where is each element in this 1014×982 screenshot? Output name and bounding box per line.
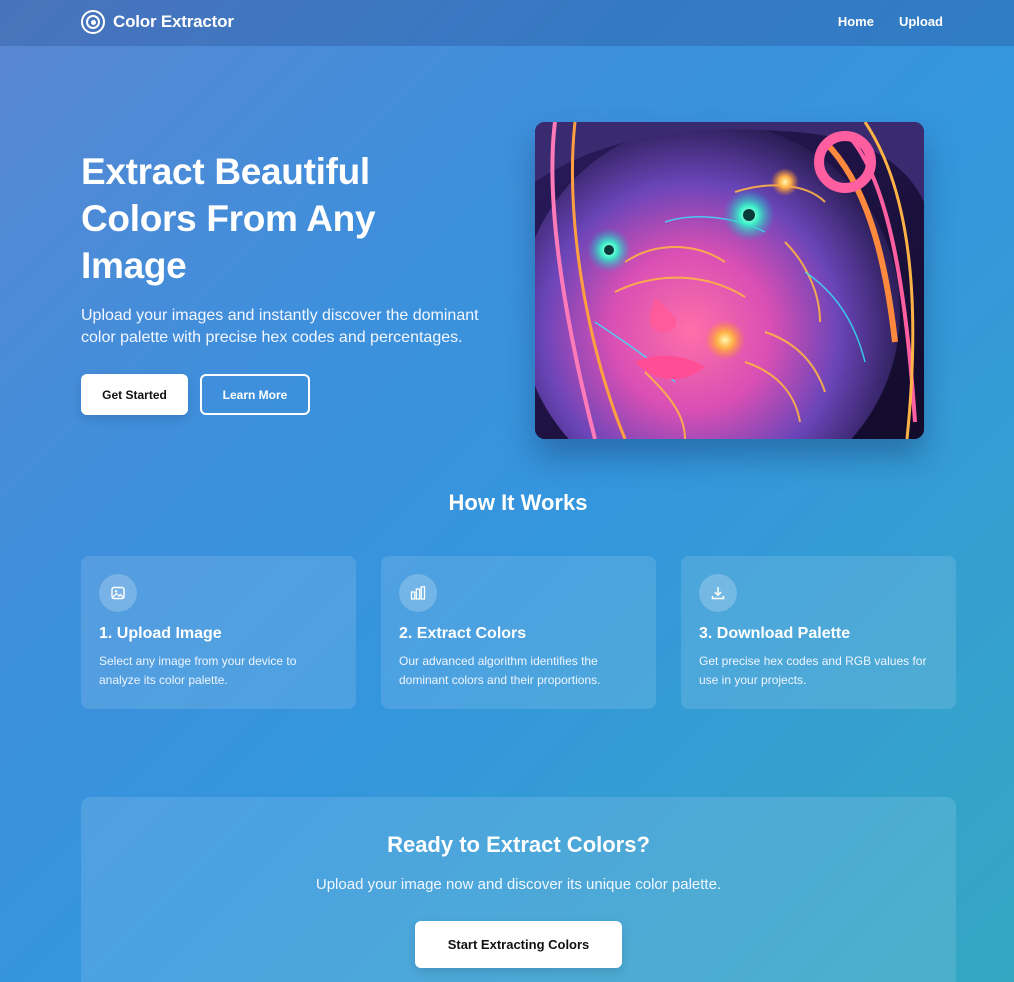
get-started-button[interactable]: Get Started [81, 374, 188, 415]
hero-image-artwork [535, 122, 924, 439]
step-description: Get precise hex codes and RGB values for… [699, 654, 927, 687]
nav-link-home[interactable]: Home [838, 14, 874, 29]
cta-title: Ready to Extract Colors? [387, 832, 650, 857]
cta-panel: Ready to Extract Colors? Upload your ima… [81, 797, 956, 982]
image-icon [99, 574, 137, 612]
how-it-works-title: How It Works [448, 490, 588, 515]
bar-chart-icon [399, 574, 437, 612]
hero-subtitle: Upload your images and instantly discove… [81, 307, 479, 346]
hero-image [535, 122, 924, 439]
learn-more-button[interactable]: Learn More [200, 374, 310, 415]
step-description: Our advanced algorithm identifies the do… [399, 654, 601, 687]
step-card-upload: 1. Upload Image Select any image from yo… [81, 556, 356, 709]
step-title: 3. Download Palette [699, 625, 851, 642]
step-title: 2. Extract Colors [399, 625, 527, 642]
nav-link-upload[interactable]: Upload [899, 14, 943, 29]
target-icon [81, 10, 105, 34]
step-card-download: 3. Download Palette Get precise hex code… [681, 556, 956, 709]
download-icon [699, 574, 737, 612]
brand-name: Color Extractor [113, 12, 234, 31]
cta-subtitle: Upload your image now and discover its u… [315, 876, 722, 893]
step-description: Select any image from your device to ana… [99, 654, 297, 687]
brand[interactable]: Color Extractor [81, 10, 234, 34]
start-extracting-button[interactable]: Start Extracting Colors [415, 921, 622, 968]
step-card-extract: 2. Extract Colors Our advanced algorithm… [381, 556, 656, 709]
hero-title: Extract Beautiful Colors From Any Image [81, 151, 376, 286]
top-navbar: Color Extractor Home Upload [0, 0, 1014, 46]
nav-links: Home Upload [838, 14, 943, 29]
step-title: 1. Upload Image [99, 625, 222, 642]
